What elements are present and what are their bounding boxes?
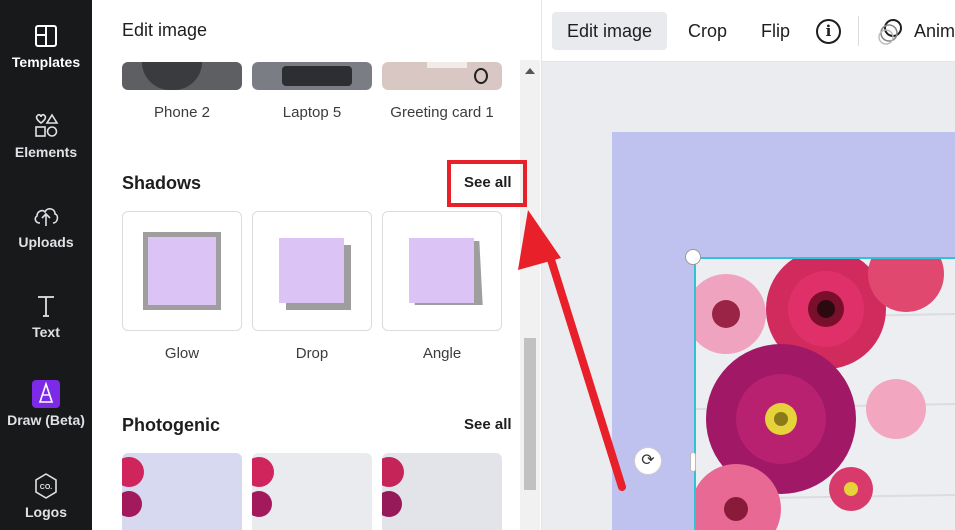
sidebar-label: Templates [11,54,81,70]
scroll-up-arrow-icon[interactable] [525,68,535,74]
shadow-drop-card[interactable] [252,211,372,331]
left-sidebar: Templates Elements Uploads Text Draw (Be… [0,0,92,530]
sidebar-item-text[interactable]: Text [0,292,92,340]
edit-image-panel: Edit image Phone 2 Laptop 5 Greeting car… [92,0,542,530]
toolbar-divider [858,16,859,46]
photogenic-filter-thumbnail[interactable] [252,453,372,530]
crop-button[interactable]: Crop [673,12,742,50]
logos-icon: CO. [35,473,57,499]
resize-handle-top-left[interactable] [685,249,701,265]
text-icon [38,296,54,317]
mockup-label: Greeting card 1 [390,104,494,121]
highlight-box [447,160,527,207]
shadow-label: Drop [295,345,329,362]
sidebar-item-uploads[interactable]: Uploads [0,202,92,250]
scrollbar-thumb[interactable] [524,338,536,490]
flower-photo [696,259,955,530]
animate-button[interactable] [876,17,906,47]
animate-label: Anim [914,21,955,41]
sidebar-label: Draw (Beta) [7,412,85,428]
mockup-thumbnail-greeting-card[interactable] [382,62,502,90]
sidebar-label: Uploads [18,234,74,250]
mockup-thumbnail-laptop[interactable] [252,62,372,90]
photogenic-section-title: Photogenic [122,415,220,435]
shadow-label: Angle [422,345,462,362]
template-icon [35,25,57,47]
sidebar-item-logos[interactable]: CO. Logos [0,472,92,520]
top-toolbar: Edit image Crop Flip i Anim [542,0,955,62]
shadow-glow-card[interactable] [122,211,242,331]
sidebar-label: Logos [25,504,67,520]
canvas-area: ⟳ [542,62,955,530]
sidebar-item-draw[interactable]: Draw (Beta) [0,380,92,428]
photogenic-see-all-link[interactable]: See all [464,416,512,433]
panel-scrollbar[interactable] [520,60,540,530]
upload-cloud-icon [34,208,59,226]
draw-icon [32,380,60,408]
mockup-thumbnail-phone[interactable] [122,62,242,90]
photogenic-filter-thumbnail[interactable] [382,453,502,530]
svg-text:CO.: CO. [40,484,53,491]
sidebar-label: Elements [14,144,78,160]
elements-icon [35,113,59,137]
shadows-section-title: Shadows [122,173,202,193]
photogenic-filter-thumbnail[interactable] [122,453,242,530]
panel-title: Edit image [122,20,208,40]
sidebar-item-elements[interactable]: Elements [0,112,92,160]
edit-image-button[interactable]: Edit image [552,12,668,50]
shadow-angle-card[interactable] [382,211,502,331]
animate-icon [878,19,902,45]
info-icon[interactable]: i [816,19,841,44]
resize-handle-left[interactable] [690,452,696,472]
flip-button[interactable]: Flip [746,12,805,50]
mockup-label: Laptop 5 [282,104,342,121]
selected-flower-image[interactable] [694,257,955,530]
rotate-icon[interactable]: ⟳ [634,447,662,475]
sidebar-label: Text [32,324,60,340]
sidebar-item-templates[interactable]: Templates [0,22,92,70]
mockup-label: Phone 2 [154,104,210,121]
shadow-label: Glow [164,345,200,362]
